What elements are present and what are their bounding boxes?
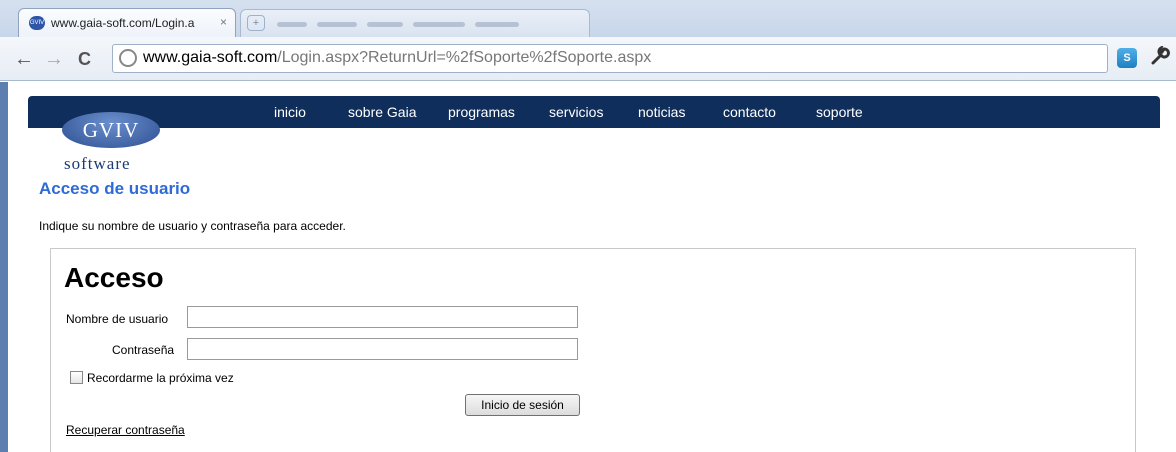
password-input[interactable] xyxy=(187,338,578,360)
blurred-bookmark xyxy=(367,22,403,27)
nav-link-soporte[interactable]: soporte xyxy=(816,104,863,120)
extension-icon[interactable]: S xyxy=(1117,48,1137,68)
new-tab-button[interactable]: + xyxy=(247,15,265,31)
blurred-bookmark xyxy=(277,22,307,27)
nav-link-sobre-gaia[interactable]: sobre Gaia xyxy=(348,104,416,120)
password-label: Contraseña xyxy=(112,343,175,357)
favicon-icon: GVIV xyxy=(29,16,45,30)
new-tab-area: + xyxy=(240,9,590,37)
reload-icon[interactable]: C xyxy=(78,49,91,70)
forward-arrow-icon[interactable]: → xyxy=(44,48,64,71)
window-frame xyxy=(0,82,8,452)
blurred-bookmark xyxy=(317,22,357,27)
nav-link-servicios[interactable]: servicios xyxy=(549,104,603,120)
wrench-menu-icon[interactable] xyxy=(1150,44,1170,72)
logo-badge: GVIV xyxy=(62,112,160,148)
login-button[interactable]: Inicio de sesión xyxy=(465,394,580,416)
globe-icon xyxy=(119,49,137,67)
blurred-bookmark xyxy=(413,22,465,27)
blurred-bookmark xyxy=(475,22,519,27)
site-navbar: inicio sobre Gaia programas servicios no… xyxy=(28,96,1160,128)
tab-strip: GVIV www.gaia-soft.com/Login.a × + xyxy=(0,0,1176,37)
tab-title: www.gaia-soft.com/Login.a xyxy=(51,16,195,30)
address-bar[interactable]: www.gaia-soft.com/Login.aspx?ReturnUrl=%… xyxy=(112,44,1108,73)
logo-software-text: software xyxy=(64,154,131,173)
nav-link-inicio[interactable]: inicio xyxy=(274,104,306,120)
browser-tab[interactable]: GVIV www.gaia-soft.com/Login.a × xyxy=(18,8,236,37)
username-label: Nombre de usuario xyxy=(66,312,169,326)
intro-text: Indique su nombre de usuario y contraseñ… xyxy=(39,219,346,233)
remember-me-label: Recordarme la próxima vez xyxy=(87,371,234,385)
back-arrow-icon[interactable]: ← xyxy=(14,48,34,71)
site-logo[interactable]: GVIV software xyxy=(62,112,162,176)
nav-link-programas[interactable]: programas xyxy=(448,104,515,120)
username-input[interactable] xyxy=(187,306,578,328)
recover-password-link[interactable]: Recuperar contraseña xyxy=(66,423,185,437)
nav-link-noticias[interactable]: noticias xyxy=(638,104,685,120)
close-tab-icon[interactable]: × xyxy=(220,15,227,29)
remember-me-checkbox[interactable] xyxy=(70,371,83,384)
login-title: Acceso xyxy=(64,262,164,293)
page-title: Acceso de usuario xyxy=(39,179,191,198)
nav-link-contacto[interactable]: contacto xyxy=(723,104,776,120)
url-text: www.gaia-soft.com/Login.aspx?ReturnUrl=%… xyxy=(143,49,652,66)
